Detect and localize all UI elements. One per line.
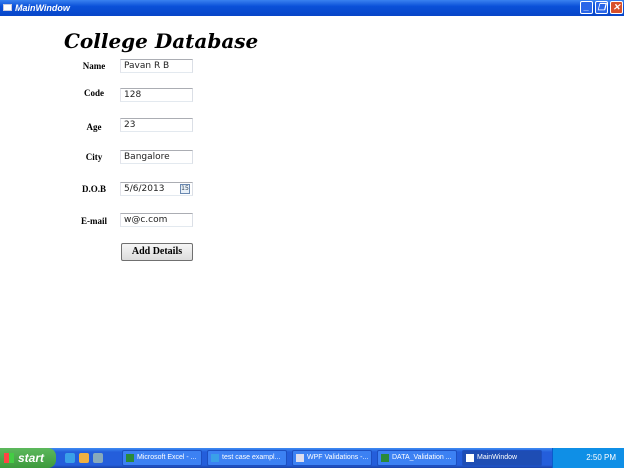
excel-icon [381,454,389,462]
task-label: Microsoft Excel - ... [137,454,197,461]
task-mainwindow[interactable]: MainWindow [462,450,542,466]
calendar-icon[interactable]: 15 [180,184,190,194]
messenger-quicklaunch-icon[interactable] [79,453,89,463]
dob-datepicker[interactable]: 5/6/2013 15 [120,182,193,196]
minimize-button[interactable]: _ [580,1,593,14]
email-label: E-mail [81,216,107,226]
taskbar: start Microsoft Excel - ... test case ex… [0,448,624,468]
title-bar[interactable]: MainWindow _ ❐ ✕ [0,0,624,16]
task-label: WPF Validations -... [307,454,369,461]
task-label: test case exampl... [222,454,281,461]
task-wpf[interactable]: WPF Validations -... [292,450,372,466]
excel-icon [126,454,134,462]
email-input[interactable]: w@c.com [120,213,193,227]
name-label: Name [82,61,106,71]
document-icon [296,454,304,462]
system-tray: 2:50 PM [552,448,624,468]
media-quicklaunch-icon[interactable] [93,453,103,463]
city-label: City [85,152,103,162]
ie-icon [211,454,219,462]
age-label: Age [86,122,102,132]
close-button[interactable]: ✕ [610,1,623,14]
age-input[interactable]: 23 [120,118,193,132]
maximize-button[interactable]: ❐ [595,1,608,14]
code-label: Code [84,88,104,98]
window-icon [3,4,12,11]
windows-logo-icon [4,453,14,463]
name-input[interactable]: Pavan R B [120,59,193,73]
task-label: DATA_Validation ... [392,454,452,461]
task-excel[interactable]: Microsoft Excel - ... [122,450,202,466]
page-title: College Database [64,29,259,53]
city-input[interactable]: Bangalore [120,150,193,164]
add-details-button[interactable]: Add Details [121,243,193,261]
task-label: MainWindow [477,454,518,461]
ie-quicklaunch-icon[interactable] [65,453,75,463]
code-input[interactable]: 128 [120,88,193,102]
window-title: MainWindow [15,3,70,13]
task-data-validation[interactable]: DATA_Validation ... [377,450,457,466]
start-label: start [18,451,45,465]
dob-value: 5/6/2013 [124,184,165,194]
window-icon [466,454,474,462]
task-ie[interactable]: test case exampl... [207,450,287,466]
clock: 2:50 PM [586,453,616,462]
start-button[interactable]: start [0,448,56,468]
dob-label: D.O.B [81,184,106,194]
